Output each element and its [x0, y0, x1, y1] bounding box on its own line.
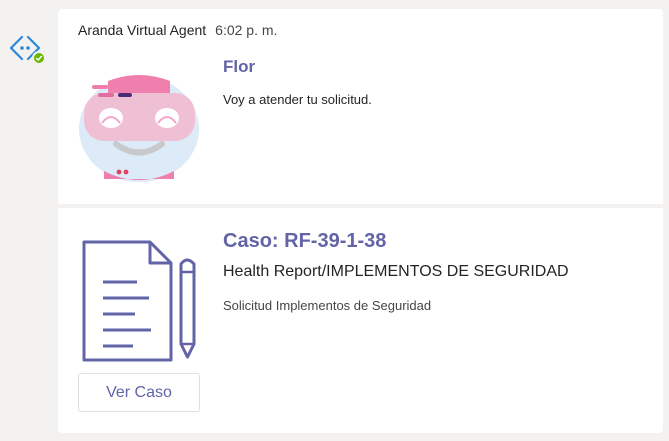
agent-name: Flor	[223, 57, 256, 76]
case-title: Caso: RF-39-1-38	[223, 230, 387, 252]
case-subject: Health Report/IMPLEMENTOS DE SEGURIDAD	[223, 263, 569, 280]
bot-message: Aranda Virtual Agent 6:02 p. m. Flor Voy …	[58, 9, 663, 433]
available-check-icon	[32, 51, 46, 65]
document-pencil-icon	[82, 240, 196, 362]
message-timestamp: 6:02 p. m.	[215, 22, 278, 38]
case-description: Solicitud Implementos de Seguridad	[223, 298, 432, 313]
intro-card: Aranda Virtual Agent 6:02 p. m. Flor Voy …	[58, 9, 663, 204]
intro-message: Voy a atender tu solicitud.	[223, 92, 372, 107]
message-meta: Aranda Virtual Agent 6:02 p. m.	[78, 22, 277, 38]
flor-robot-face-icon	[79, 75, 199, 182]
view-case-button[interactable]: Ver Caso	[78, 373, 200, 412]
sender-name: Aranda Virtual Agent	[78, 22, 207, 38]
case-card: Caso: RF-39-1-38 Health Report/IMPLEMENT…	[58, 208, 663, 433]
